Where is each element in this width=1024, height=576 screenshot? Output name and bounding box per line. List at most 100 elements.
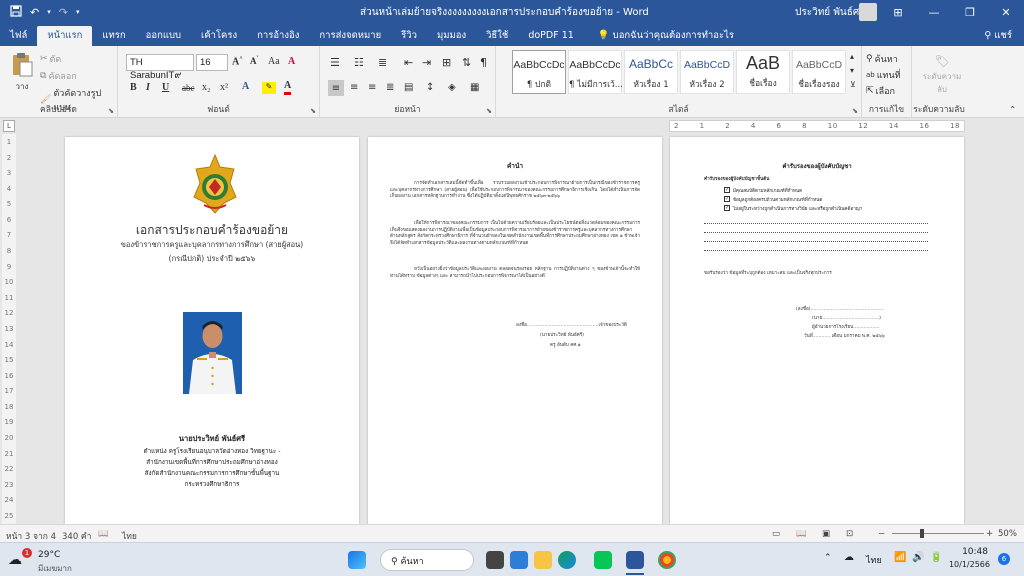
change-case-icon[interactable]: Aa — [268, 56, 280, 67]
undo-dropdown-icon[interactable]: ▾ — [47, 8, 51, 16]
style-normal[interactable]: AaBbCcDc ¶ ปกติ — [512, 50, 566, 94]
cert-check-3[interactable]: ✓ ไม่อยู่ในระหว่างถูกดำเนินการทางวินัย แ… — [724, 203, 862, 213]
document-page-3[interactable]: คำรับรองของผู้บังคับบัญชา คำรับรองของผู้… — [670, 137, 964, 524]
line-icon[interactable] — [594, 551, 612, 569]
clock-time[interactable]: 10:48 — [948, 547, 988, 557]
text-effects-icon[interactable]: A — [242, 81, 249, 92]
task-view-icon[interactable] — [486, 551, 504, 569]
minimize-button[interactable]: — — [916, 0, 952, 24]
align-center-icon[interactable]: ≡ — [350, 82, 358, 93]
vertical-ruler[interactable]: 1 2 3 4 5 6 7 8 9 10 11 12 13 14 15 16 1… — [2, 134, 16, 524]
justify-icon[interactable]: ≣ — [386, 82, 394, 93]
zoom-slider-thumb[interactable] — [920, 529, 924, 538]
hidden-icons-chevron-icon[interactable]: ⌃ — [824, 553, 832, 563]
page-count[interactable]: หน้า 3 จาก 4 — [6, 529, 56, 543]
style-subtitle[interactable]: AaBbCcD ชื่อเรื่องรอง — [792, 50, 846, 94]
style-title[interactable]: AaB ชื่อเรื่อง — [736, 50, 790, 94]
zoom-slider[interactable] — [892, 533, 984, 534]
volume-icon[interactable]: 🔊 — [912, 552, 924, 563]
edge-icon[interactable] — [558, 551, 576, 569]
weather-widget[interactable]: ☁ 1 29°C มีเมฆมาก — [8, 548, 118, 574]
user-name[interactable]: ประวิทย์ พันธ์ศรี — [795, 5, 865, 20]
font-launcher-icon[interactable]: ⬊ — [310, 107, 316, 115]
customize-qa-icon[interactable]: ▾ — [76, 8, 80, 16]
sensitivity-button[interactable]: 🏷 ระดับความลับ — [922, 54, 962, 96]
decrease-indent-icon[interactable]: ⇤ — [404, 56, 413, 69]
ribbon-display-options-button[interactable]: ⊞ — [880, 0, 916, 24]
show-marks-icon[interactable]: ¶ — [480, 56, 487, 69]
taskbar-search[interactable]: ⚲ ค้นหา — [380, 549, 474, 571]
bullets-icon[interactable]: ☰ — [330, 56, 340, 69]
tab-selector[interactable]: L — [3, 120, 15, 132]
read-mode-icon[interactable]: 📖 — [796, 529, 807, 539]
tab-mailings[interactable]: การส่งจดหมาย — [309, 26, 391, 46]
thai-distribute-icon[interactable]: ⊞ — [442, 56, 451, 69]
styles-launcher-icon[interactable]: ⬊ — [852, 107, 858, 115]
multilevel-list-icon[interactable]: ≣ — [378, 56, 387, 69]
sort-icon[interactable]: ⇅ — [462, 56, 471, 69]
line-spacing-icon[interactable]: ↕ — [426, 82, 434, 93]
styles-more-icon[interactable]: ⊻ — [850, 80, 856, 89]
increase-indent-icon[interactable]: ⇥ — [422, 56, 431, 69]
zoom-in-button[interactable]: + — [986, 529, 993, 539]
numbering-icon[interactable]: ☷ — [354, 56, 364, 69]
tell-me-box[interactable]: 💡 บอกฉันว่าคุณต้องการทำอะไร — [588, 26, 744, 46]
file-explorer-icon[interactable] — [534, 551, 552, 569]
style-heading-1[interactable]: AaBbCc หัวเรื่อง 1 — [624, 50, 678, 94]
subscript-button[interactable]: x₂ — [202, 82, 211, 93]
style-no-spacing[interactable]: AaBbCcDc ¶ ไม่มีการเว้... — [568, 50, 623, 94]
find-button[interactable]: ⚲ ค้นหา — [866, 52, 898, 66]
paragraph-launcher-icon[interactable]: ⬊ — [486, 107, 492, 115]
word-icon[interactable] — [626, 551, 644, 569]
clock-date[interactable]: 10/1/2566 — [940, 560, 990, 569]
document-page-1[interactable]: เอกสารประกอบคำร้องขอย้าย ของข้าราชการครู… — [65, 137, 359, 524]
tab-file[interactable]: ไฟล์ — [0, 26, 37, 46]
save-icon[interactable] — [10, 4, 22, 20]
paste-button[interactable]: วาง — [8, 52, 36, 93]
tab-dopdf[interactable]: doPDF 11 — [518, 26, 583, 46]
font-size-combo[interactable]: 16 — [196, 54, 228, 71]
close-button[interactable]: ✕ — [988, 0, 1024, 24]
align-right-icon[interactable]: ≡ — [368, 82, 376, 93]
superscript-button[interactable]: x² — [220, 82, 228, 93]
tab-design[interactable]: ออกแบบ — [136, 26, 191, 46]
word-count[interactable]: 340 คำ — [62, 529, 91, 543]
clear-formatting-icon[interactable]: A — [288, 56, 295, 67]
tab-insert[interactable]: แทรก — [92, 26, 135, 46]
select-button[interactable]: ⇱ เลือก — [866, 84, 895, 98]
highlight-icon[interactable]: ✎ — [262, 82, 276, 94]
proofing-icon[interactable]: 📖 — [98, 529, 109, 539]
web-layout-icon[interactable]: ⊡ — [846, 529, 853, 539]
replace-button[interactable]: ab แทนที่ — [866, 68, 901, 82]
undo-icon[interactable]: ↶ — [30, 6, 39, 19]
horizontal-ruler[interactable]: 2 1 2 4 6 8 10 12 14 16 18 — [669, 120, 965, 132]
grow-font-icon[interactable]: A^ — [232, 56, 243, 67]
borders-icon[interactable]: ▦ — [470, 82, 479, 93]
distributed-icon[interactable]: ▤ — [404, 82, 413, 93]
tab-layout[interactable]: เค้าโครง — [191, 26, 247, 46]
zoom-out-button[interactable]: − — [878, 529, 885, 539]
cloud-sync-icon[interactable]: ☁ — [844, 552, 854, 563]
tab-references[interactable]: การอ้างอิง — [247, 26, 309, 46]
wifi-icon[interactable]: 📶 — [894, 552, 906, 563]
collapse-ribbon-icon[interactable]: ⌃ — [1009, 105, 1016, 114]
clipboard-launcher-icon[interactable]: ⬊ — [108, 107, 114, 115]
restore-button[interactable]: ❐ — [952, 0, 988, 24]
avatar[interactable] — [859, 3, 877, 21]
redo-icon[interactable]: ↷ — [59, 6, 68, 19]
chrome-icon[interactable] — [658, 551, 676, 569]
copy-button[interactable]: ⧉ คัดลอก — [40, 69, 77, 83]
share-button[interactable]: ⚲ แชร์ — [984, 28, 1012, 43]
document-page-2[interactable]: คำนำ การจัดทำเอกสารเล่มนี้จัดทำขึ้นเพื่อ… — [368, 137, 662, 524]
shading-icon[interactable]: ◈ — [448, 82, 456, 93]
styles-scroll-down-icon[interactable]: ▾ — [850, 66, 854, 75]
input-language[interactable]: ไทย — [866, 553, 882, 567]
style-heading-2[interactable]: AaBbCcD หัวเรื่อง 2 — [680, 50, 734, 94]
tab-home[interactable]: หน้าแรก — [37, 26, 93, 46]
italic-button[interactable]: I — [146, 82, 150, 93]
tab-review[interactable]: รีวิว — [391, 26, 427, 46]
styles-scroll-up-icon[interactable]: ▴ — [850, 52, 854, 61]
zoom-level[interactable]: 50% — [998, 529, 1017, 539]
focus-mode-icon[interactable]: ▭ — [772, 529, 780, 539]
cut-button[interactable]: ✂ ตัด — [40, 52, 61, 66]
